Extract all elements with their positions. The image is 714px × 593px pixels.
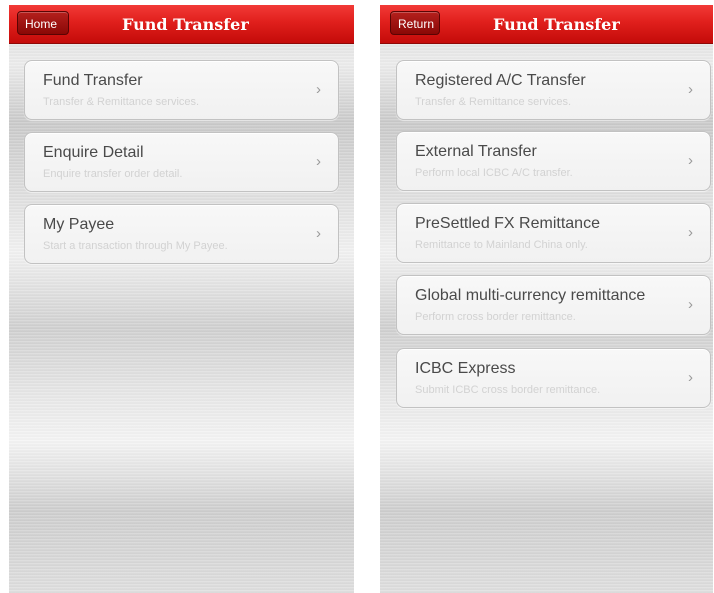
- menu-item-title: My Payee: [43, 216, 115, 233]
- chevron-right-icon: ›: [688, 224, 693, 241]
- menu-item-subtitle: Transfer & Remittance services.: [415, 96, 572, 108]
- menu-item-subtitle: Perform local ICBC A/C transfer.: [415, 167, 573, 179]
- menu-item-subtitle: Remittance to Mainland China only.: [415, 239, 588, 251]
- chevron-right-icon: ›: [688, 81, 693, 98]
- menu-item-subtitle: Submit ICBC cross border remittance.: [415, 384, 601, 396]
- return-button[interactable]: Return: [390, 11, 440, 35]
- menu-item-title: PreSettled FX Remittance: [415, 215, 600, 232]
- chevron-right-icon: ›: [688, 152, 693, 169]
- menu-item-title: Global multi-currency remittance: [415, 287, 646, 304]
- chevron-right-icon: ›: [316, 225, 321, 242]
- menu-item-global-multi-currency-remittance[interactable]: Global multi-currency remittance Perform…: [396, 275, 711, 335]
- menu-item-title: Fund Transfer: [43, 72, 143, 89]
- chevron-right-icon: ›: [688, 296, 693, 313]
- menu-item-title: Registered A/C Transfer: [415, 72, 586, 89]
- fund-transfer-screen: Home Fund Transfer Fund Transfer Transfe…: [9, 5, 354, 593]
- menu-item-external-transfer[interactable]: External Transfer Perform local ICBC A/C…: [396, 131, 711, 191]
- menu-item-subtitle: Transfer & Remittance services.: [43, 96, 200, 108]
- menu-item-title: Enquire Detail: [43, 144, 144, 161]
- menu-item-subtitle: Start a transaction through My Payee.: [43, 240, 228, 252]
- header-bar: Home Fund Transfer: [9, 5, 354, 44]
- home-button[interactable]: Home: [17, 11, 69, 35]
- menu-item-subtitle: Perform cross border remittance.: [415, 311, 576, 323]
- menu-item-subtitle: Enquire transfer order detail.: [43, 168, 183, 180]
- chevron-right-icon: ›: [316, 153, 321, 170]
- menu-item-registered-ac-transfer[interactable]: Registered A/C Transfer Transfer & Remit…: [396, 60, 711, 120]
- menu-item-my-payee[interactable]: My Payee Start a transaction through My …: [24, 204, 339, 264]
- menu-item-presettled-fx-remittance[interactable]: PreSettled FX Remittance Remittance to M…: [396, 203, 711, 263]
- chevron-right-icon: ›: [316, 81, 321, 98]
- header-bar: Return Fund Transfer: [380, 5, 713, 44]
- menu-item-title: External Transfer: [415, 143, 537, 160]
- menu-item-enquire-detail[interactable]: Enquire Detail Enquire transfer order de…: [24, 132, 339, 192]
- menu-item-icbc-express[interactable]: ICBC Express Submit ICBC cross border re…: [396, 348, 711, 408]
- page-title: Fund Transfer: [493, 15, 620, 34]
- page-title: Fund Transfer: [122, 15, 249, 34]
- chevron-right-icon: ›: [688, 369, 693, 386]
- fund-transfer-submenu-screen: Return Fund Transfer Registered A/C Tran…: [380, 5, 713, 593]
- menu-item-fund-transfer[interactable]: Fund Transfer Transfer & Remittance serv…: [24, 60, 339, 120]
- menu-item-title: ICBC Express: [415, 360, 516, 377]
